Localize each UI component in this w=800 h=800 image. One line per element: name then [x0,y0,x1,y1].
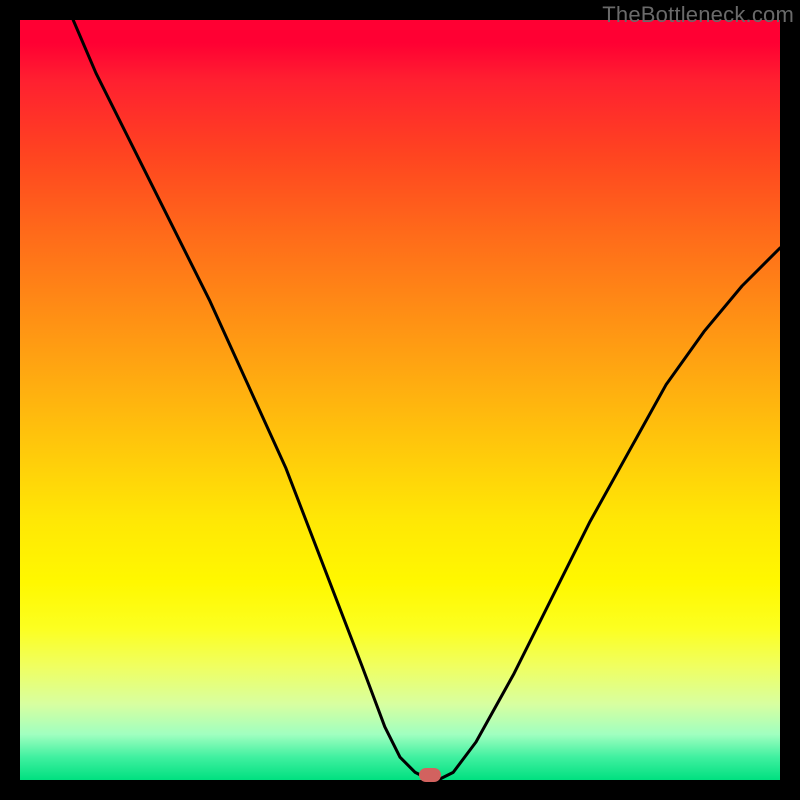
chart-container: TheBottleneck.com [0,0,800,800]
plot-area [20,20,780,780]
bottleneck-curve [73,20,780,780]
watermark-label: TheBottleneck.com [602,2,794,28]
optimum-marker [419,768,441,782]
curve-svg [20,20,780,780]
